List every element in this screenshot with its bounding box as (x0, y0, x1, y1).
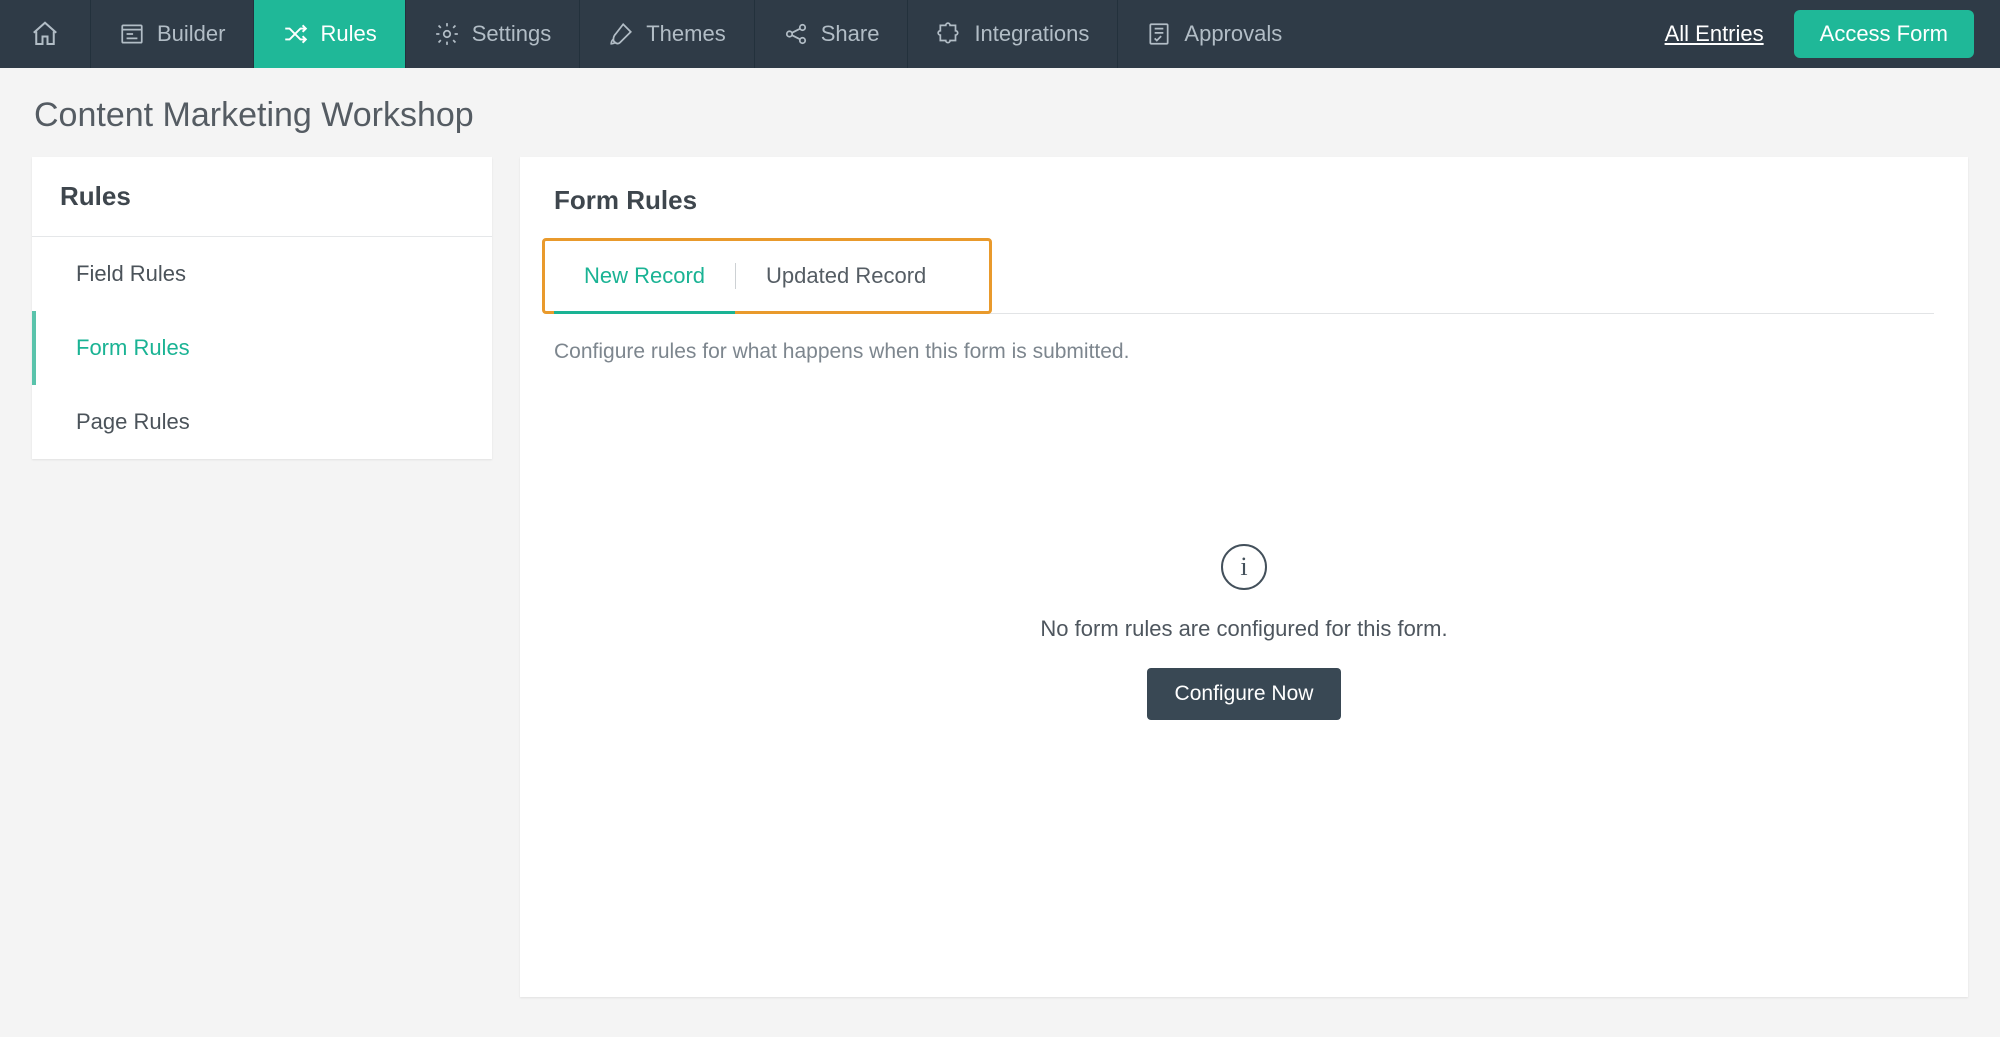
home-icon (30, 19, 60, 49)
brush-icon (608, 21, 634, 47)
shuffle-icon (282, 21, 308, 47)
sidebar-heading: Rules (32, 157, 492, 237)
tab-updated-record[interactable]: Updated Record (736, 238, 956, 313)
top-nav: Builder Rules Settings Themes Share Inte… (0, 0, 2000, 68)
builder-icon (119, 21, 145, 47)
tab-row: New Record Updated Record (520, 238, 1968, 314)
all-entries-link[interactable]: All Entries (1641, 0, 1788, 68)
main-panel: Form Rules New Record Updated Record Con… (520, 157, 1968, 997)
nav-share[interactable]: Share (755, 0, 909, 68)
nav-label: Share (821, 21, 880, 47)
puzzle-icon (936, 21, 962, 47)
configure-now-button[interactable]: Configure Now (1147, 668, 1342, 720)
tab-new-record[interactable]: New Record (554, 238, 735, 313)
nav-rules[interactable]: Rules (254, 0, 405, 68)
nav-label: Themes (646, 21, 725, 47)
nav-label: Integrations (974, 21, 1089, 47)
gear-icon (434, 21, 460, 47)
approval-icon (1146, 21, 1172, 47)
nav-label: Settings (472, 21, 552, 47)
sidebar-item-field-rules[interactable]: Field Rules (32, 237, 492, 311)
sidebar-item-form-rules[interactable]: Form Rules (32, 311, 492, 385)
nav-label: Builder (157, 21, 225, 47)
sidebar-item-page-rules[interactable]: Page Rules (32, 385, 492, 459)
nav-label: Approvals (1184, 21, 1282, 47)
nav-builder[interactable]: Builder (91, 0, 254, 68)
empty-text: No form rules are configured for this fo… (1040, 616, 1447, 642)
nav-settings[interactable]: Settings (406, 0, 581, 68)
nav-approvals[interactable]: Approvals (1118, 0, 1310, 68)
nav-label: Rules (320, 21, 376, 47)
access-form-button[interactable]: Access Form (1794, 10, 1974, 58)
main-heading: Form Rules (520, 181, 1968, 238)
info-icon: i (1221, 544, 1267, 590)
rules-description: Configure rules for what happens when th… (520, 314, 1968, 364)
content: Rules Field Rules Form Rules Page Rules … (0, 157, 2000, 1037)
page-title: Content Marketing Workshop (0, 68, 2000, 157)
record-tabs: New Record Updated Record (554, 238, 1934, 314)
empty-state: i No form rules are configured for this … (520, 544, 1968, 720)
nav-themes[interactable]: Themes (580, 0, 754, 68)
nav-integrations[interactable]: Integrations (908, 0, 1118, 68)
nav-home[interactable] (0, 0, 91, 68)
share-icon (783, 21, 809, 47)
rules-sidebar: Rules Field Rules Form Rules Page Rules (32, 157, 492, 459)
nav-spacer (1310, 0, 1640, 68)
